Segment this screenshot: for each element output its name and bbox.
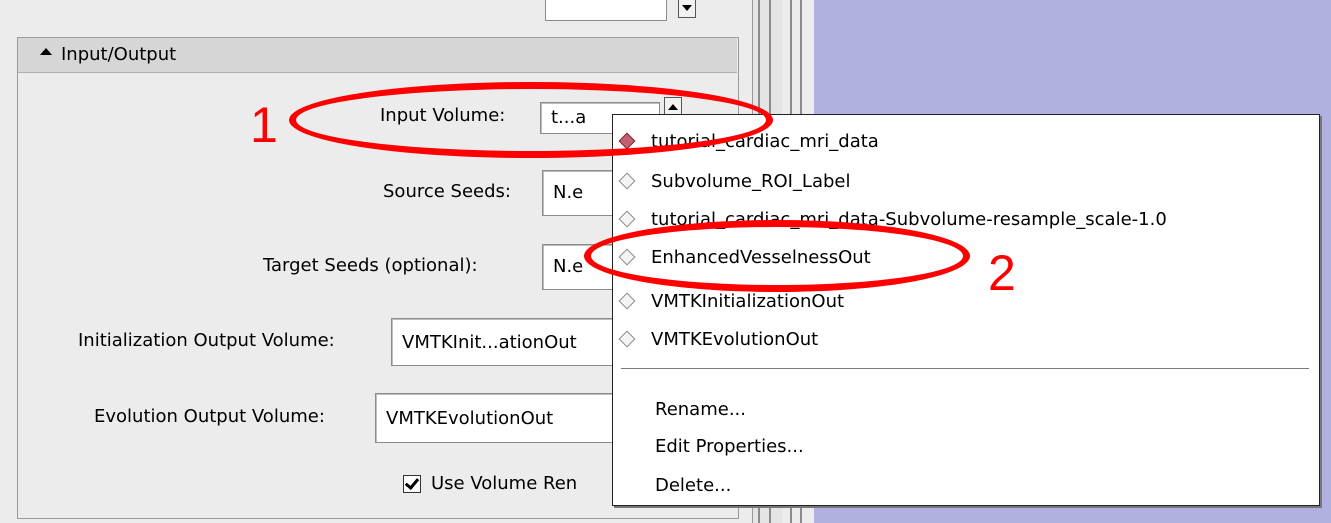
evol-output-label: Evolution Output Volume: xyxy=(94,406,325,427)
radio-icon xyxy=(618,330,636,348)
collapse-arrow-icon xyxy=(40,48,52,55)
menu-action-rename[interactable]: Rename... xyxy=(613,395,1313,425)
use-volume-render-checkbox[interactable] xyxy=(403,474,421,493)
top-combo-button[interactable] xyxy=(678,0,696,18)
menu-item-subvolume-roi[interactable]: Subvolume_ROI_Label xyxy=(613,167,1313,197)
rename-label: Rename... xyxy=(655,399,746,420)
chevron-down-icon xyxy=(682,5,692,11)
volume-popup-menu: tutorial_cardiac_mri_data Subvolume_ROI_… xyxy=(612,114,1320,506)
checkmark-icon xyxy=(404,474,420,491)
delete-label: Delete... xyxy=(655,475,732,496)
menu-item-vmtk-evolution[interactable]: VMTKEvolutionOut xyxy=(613,325,1313,355)
top-combo-field[interactable] xyxy=(545,0,667,21)
section-title: Input/Output xyxy=(61,44,177,65)
evol-output-combo[interactable]: VMTKEvolutionOut xyxy=(375,393,623,443)
init-output-label: Initialization Output Volume: xyxy=(78,330,335,351)
io-section-header[interactable]: Input/Output xyxy=(18,38,737,73)
menu-action-edit-properties[interactable]: Edit Properties... xyxy=(613,432,1313,462)
source-seeds-label: Source Seeds: xyxy=(383,181,511,202)
menu-item-vmtk-initialization[interactable]: VMTKInitializationOut xyxy=(613,287,1313,317)
annotation-ellipse-1 xyxy=(289,82,773,158)
use-volume-render-label: Use Volume Ren xyxy=(431,473,578,494)
menu-item-label: VMTKEvolutionOut xyxy=(651,329,819,350)
edit-properties-label: Edit Properties... xyxy=(655,436,804,457)
source-seeds-combo[interactable]: N.e xyxy=(542,170,622,216)
menu-action-delete[interactable]: Delete... xyxy=(613,471,1313,501)
annotation-ellipse-2 xyxy=(584,220,970,292)
init-output-combo[interactable]: VMTKInit...ationOut xyxy=(391,318,623,366)
menu-separator xyxy=(621,368,1309,369)
radio-icon xyxy=(618,172,636,190)
annotation-number-1: 1 xyxy=(250,97,278,153)
menu-item-label: Subvolume_ROI_Label xyxy=(651,171,851,192)
target-seeds-label: Target Seeds (optional): xyxy=(263,255,478,276)
radio-icon xyxy=(618,292,636,310)
radio-icon xyxy=(618,210,636,228)
annotation-number-2: 2 xyxy=(988,245,1016,301)
